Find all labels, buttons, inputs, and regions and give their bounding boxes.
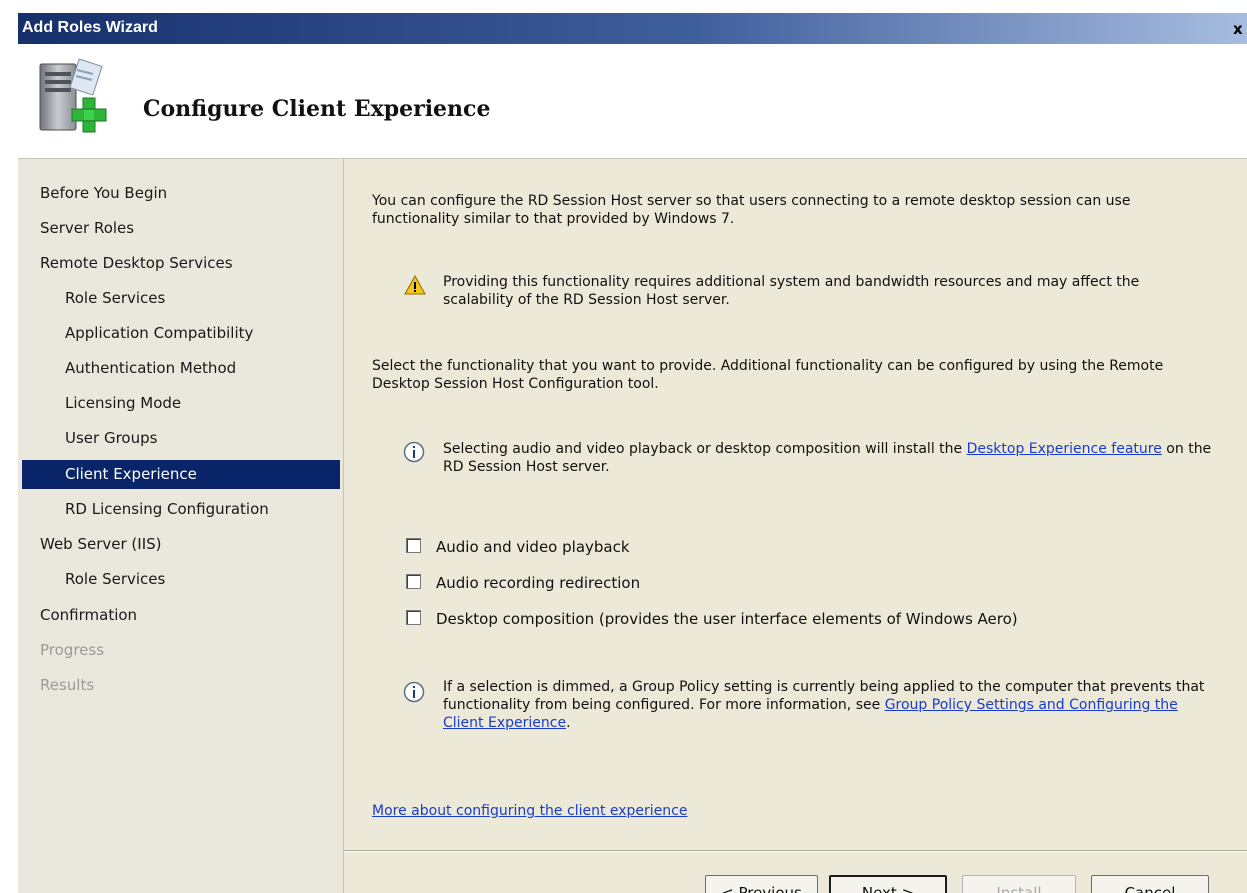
sidebar-item-licensing-mode[interactable]: Licensing Mode xyxy=(22,389,340,418)
intro-text: You can configure the RD Session Host se… xyxy=(372,193,1131,227)
more-about-client-experience-link[interactable]: More about configuring the client experi… xyxy=(372,803,688,819)
sidebar-item-rds-role-services[interactable]: Role Services xyxy=(22,284,340,313)
sidebar-item-confirmation[interactable]: Confirmation xyxy=(22,601,340,630)
sidebar-item-authentication-method[interactable]: Authentication Method xyxy=(22,354,340,383)
info-desktop-experience-text: Selecting audio and video playback or de… xyxy=(443,441,967,457)
sidebar-item-progress: Progress xyxy=(40,641,105,659)
footer-separator xyxy=(344,850,1247,852)
sidebar-item-user-groups[interactable]: User Groups xyxy=(22,424,340,453)
desktop-composition-label[interactable]: Desktop composition (provides the user i… xyxy=(436,609,1018,629)
sidebar-item-before-you-begin[interactable]: Before You Begin xyxy=(22,179,340,208)
warning-icon xyxy=(404,274,426,295)
audio-recording-redirection-label[interactable]: Audio recording redirection xyxy=(436,573,640,593)
more-about-link-row: More about configuring the client experi… xyxy=(372,802,1212,820)
info-icon xyxy=(403,441,425,463)
info-icon xyxy=(403,681,425,703)
install-button: Install xyxy=(962,875,1076,893)
page-title: Configure Client Experience xyxy=(143,96,491,122)
sidebar-item-web-server-iis[interactable]: Web Server (IIS) xyxy=(22,530,340,559)
sidebar-item-application-compatibility[interactable]: Application Compatibility xyxy=(22,319,340,348)
sidebar-item-server-roles[interactable]: Server Roles xyxy=(22,214,340,243)
close-button[interactable]: x xyxy=(1233,19,1247,39)
wizard-steps-sidebar: Before You Begin Server Roles Remote Des… xyxy=(18,159,344,893)
title-bar: Add Roles Wizard x xyxy=(18,13,1247,44)
warning-text: Providing this functionality requires ad… xyxy=(443,274,1140,308)
add-roles-wizard-window: Add Roles Wizard x Configure Client Expe xyxy=(18,13,1247,893)
sidebar-item-results: Results xyxy=(40,676,95,694)
cancel-button[interactable]: Cancel xyxy=(1091,875,1209,893)
info-group-policy-text-end: . xyxy=(566,715,571,731)
window-title: Add Roles Wizard xyxy=(22,19,158,36)
previous-button[interactable]: < Previous xyxy=(705,875,818,893)
sidebar-item-rd-licensing-configuration[interactable]: RD Licensing Configuration xyxy=(22,495,340,524)
select-functionality-text: Select the functionality that you want t… xyxy=(372,358,1164,392)
header-banner: Configure Client Experience xyxy=(18,44,1247,159)
sidebar-item-remote-desktop-services[interactable]: Remote Desktop Services xyxy=(22,249,340,278)
desktop-composition-checkbox[interactable] xyxy=(406,610,421,625)
desktop-experience-feature-link[interactable]: Desktop Experience feature xyxy=(967,441,1162,457)
info-desktop-experience: Selecting audio and video playback or de… xyxy=(443,440,1213,476)
sidebar-item-iis-role-services[interactable]: Role Services xyxy=(22,565,340,594)
info-group-policy: If a selection is dimmed, a Group Policy… xyxy=(443,678,1213,732)
audio-video-playback-label[interactable]: Audio and video playback xyxy=(436,537,630,557)
server-add-icon xyxy=(39,58,107,133)
audio-video-playback-checkbox[interactable] xyxy=(406,538,421,553)
content-panel: You can configure the RD Session Host se… xyxy=(344,159,1247,893)
audio-recording-redirection-checkbox[interactable] xyxy=(406,574,421,589)
next-button[interactable]: Next > xyxy=(829,875,947,893)
sidebar-item-client-experience[interactable]: Client Experience xyxy=(22,460,340,489)
